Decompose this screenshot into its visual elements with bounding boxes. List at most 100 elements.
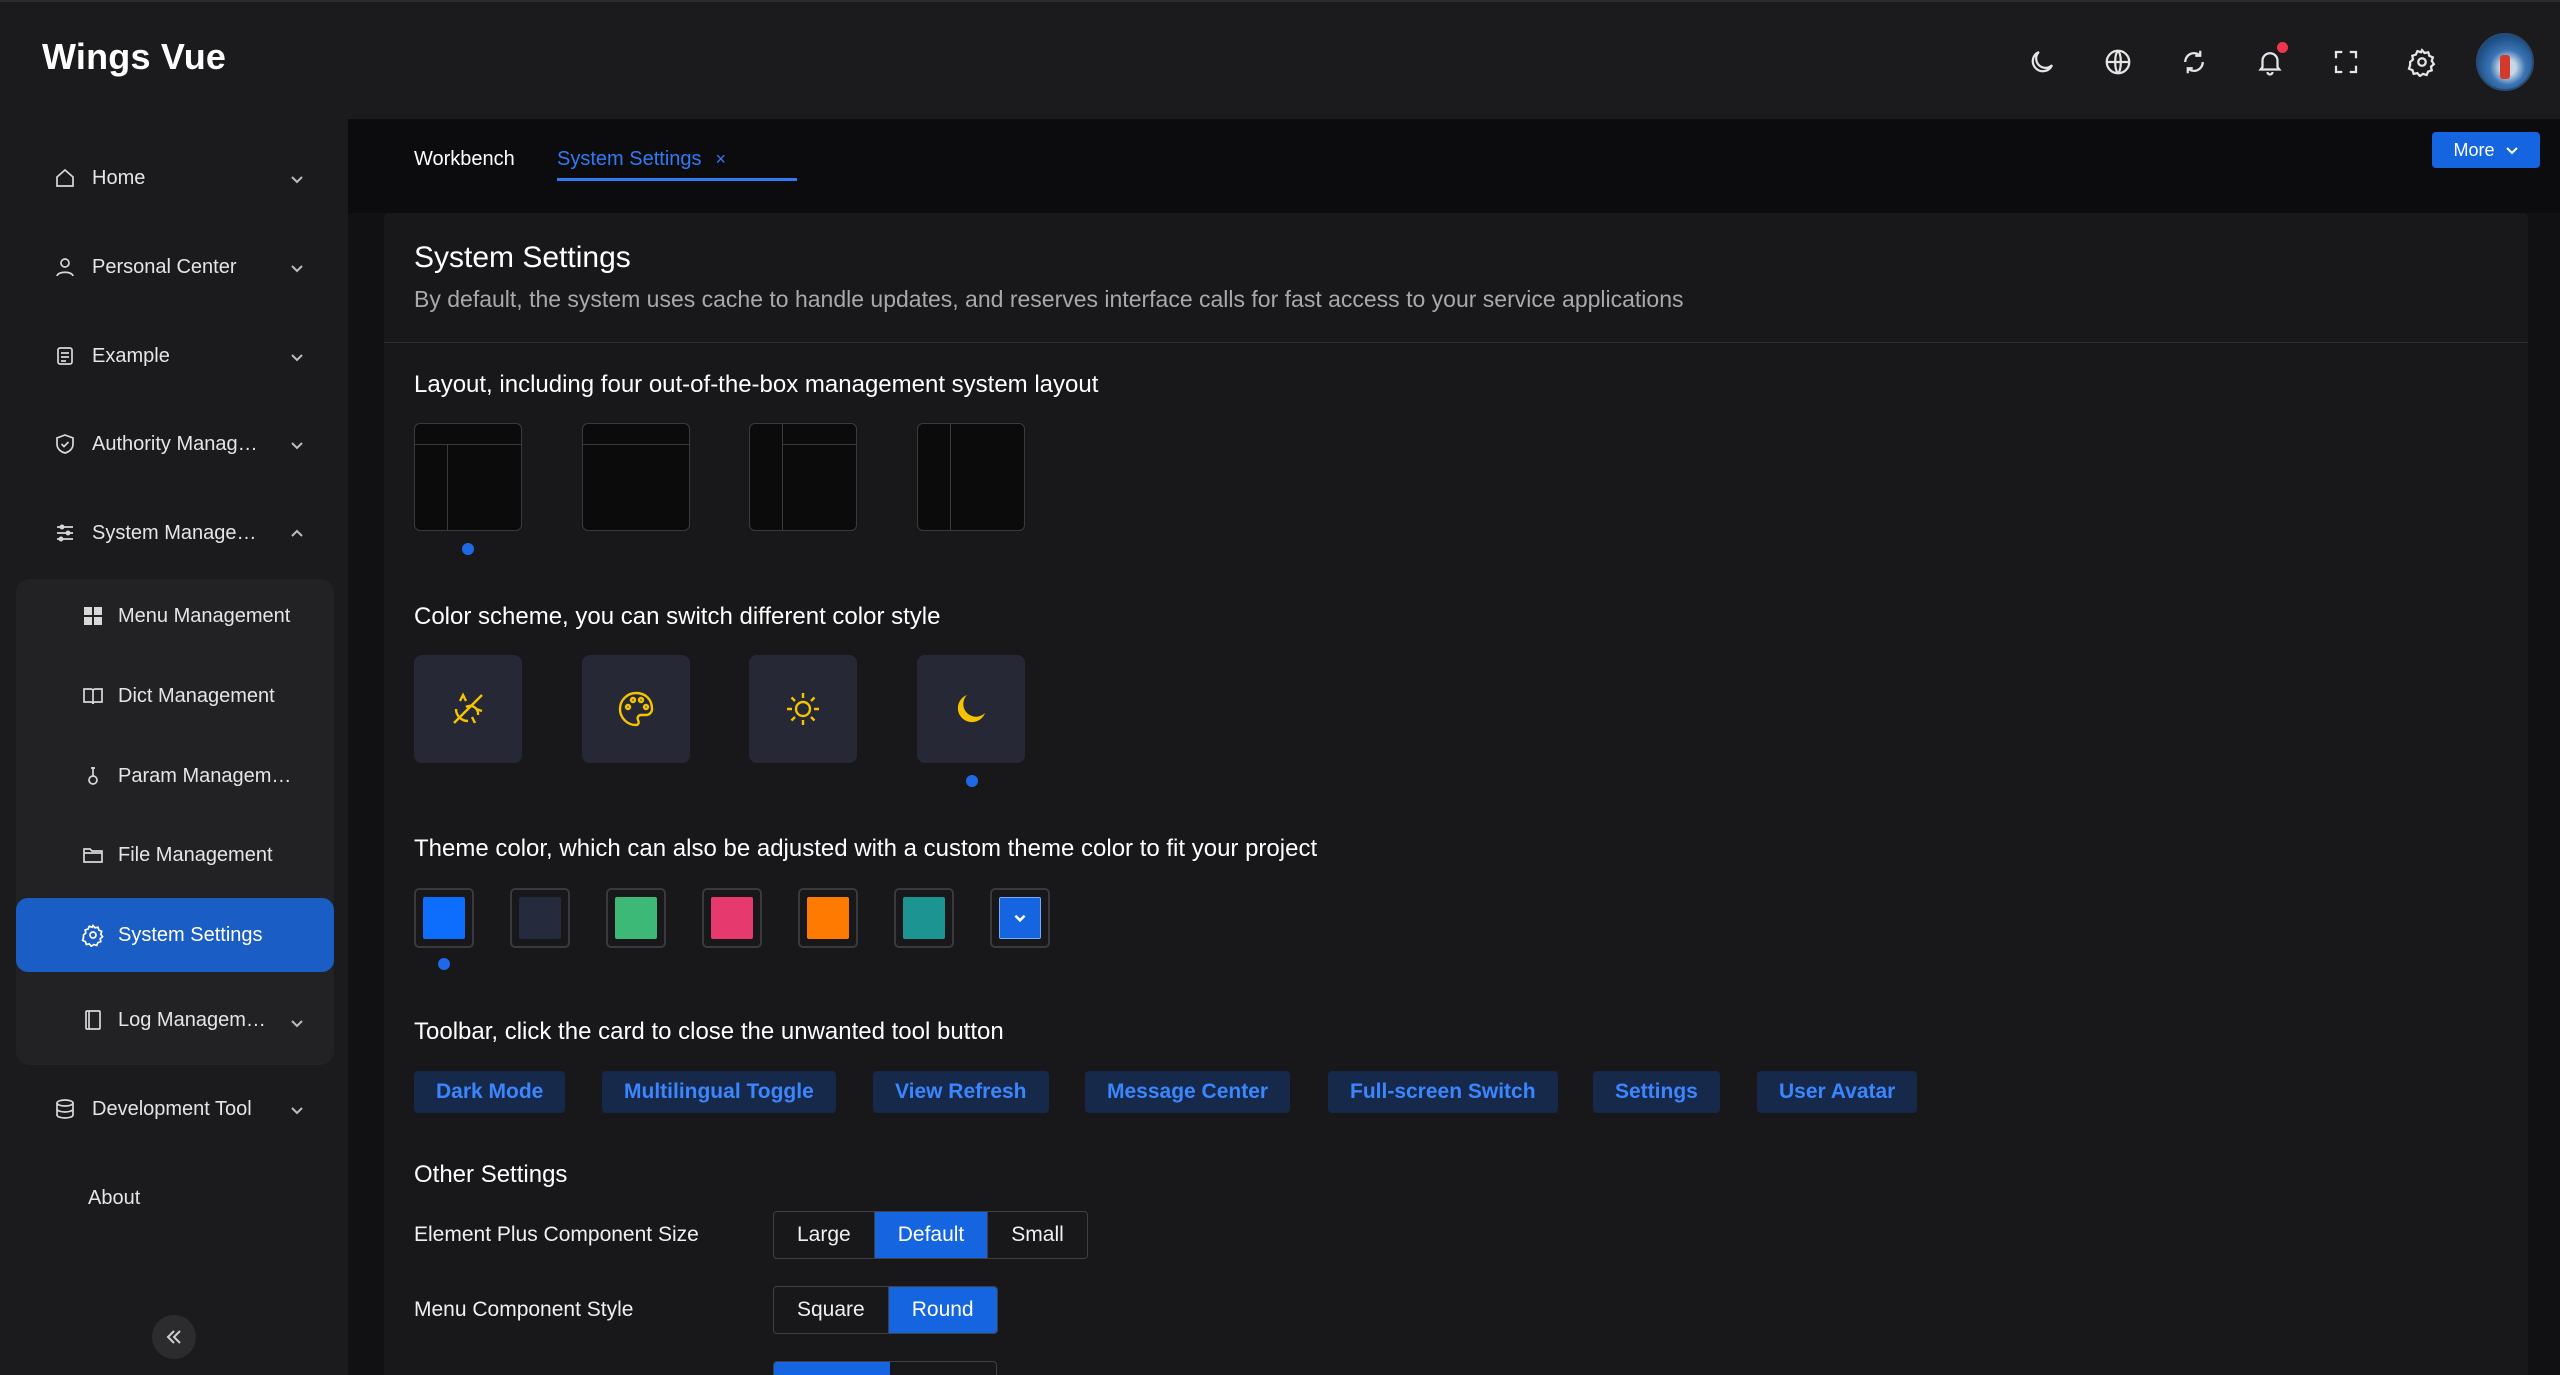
toolbar-chip-dark-mode[interactable]: Dark Mode <box>414 1071 566 1113</box>
layout-line <box>415 444 521 445</box>
sidebar-item-development-tool[interactable]: Development Tool <box>16 1072 334 1146</box>
sidebar-item-home[interactable]: Home <box>16 141 334 215</box>
swatch-fill <box>999 897 1041 939</box>
toolbar-chip-multilingual-toggle[interactable]: Multilingual Toggle <box>602 1071 836 1113</box>
next-setting-segmented[interactable] <box>773 1361 997 1375</box>
sidebar-item-label: File Management <box>118 843 273 866</box>
sidebar-item-label: Authority Manag… <box>92 432 258 455</box>
sidebar-item-example[interactable]: Example <box>16 319 334 393</box>
close-icon[interactable]: × <box>716 149 727 170</box>
sidebar-item-file-management[interactable]: File Management <box>16 818 334 892</box>
more-label: More <box>2453 139 2495 160</box>
chevron-down-icon <box>290 1013 304 1036</box>
home-icon <box>52 165 78 191</box>
active-tab-indicator <box>557 178 797 181</box>
sidebar-item-label: Example <box>92 344 170 367</box>
more-button[interactable]: More <box>2432 132 2540 168</box>
menu-style-option-round[interactable]: Round <box>888 1287 997 1333</box>
sidebar-collapse-button[interactable] <box>152 1315 196 1359</box>
sidebar-item-system-settings[interactable]: System Settings <box>16 898 334 972</box>
scheme-option-palette[interactable] <box>582 655 690 763</box>
sidebar-item-dict-management[interactable]: Dict Management <box>16 659 334 733</box>
toolbar-chip-full-screen-switch[interactable]: Full-screen Switch <box>1328 1071 1558 1113</box>
page-description: By default, the system uses cache to han… <box>414 286 1684 312</box>
fullscreen-icon <box>2334 50 2358 74</box>
sidebar-item-authority-management[interactable]: Authority Manag… <box>16 407 334 481</box>
layout-option-side-header[interactable] <box>749 423 857 531</box>
divider <box>384 342 2528 343</box>
sidebar-item-system-management[interactable]: System Manage… <box>16 496 334 570</box>
color-scheme-section-title: Color scheme, you can switch different c… <box>414 603 941 630</box>
sidebar: Home Personal Center Example Authority M… <box>0 119 348 1375</box>
custom-color-picker[interactable] <box>990 888 1050 948</box>
header-toolbar <box>2004 32 2534 92</box>
sidebar-item-label: Log Managem… <box>118 1008 266 1031</box>
auto-icon <box>453 692 483 724</box>
theme-color-swatch[interactable] <box>510 888 570 948</box>
size-option-small[interactable]: Small <box>988 1212 1087 1258</box>
layout-option-side-top[interactable] <box>414 423 522 531</box>
component-size-segmented: Large Default Small <box>773 1211 1088 1259</box>
sidebar-item-log-management[interactable]: Log Managem… <box>16 983 334 1057</box>
size-option-default[interactable]: Default <box>874 1212 989 1258</box>
layout-line <box>583 444 689 445</box>
scheme-option-auto[interactable] <box>414 655 522 763</box>
layout-option-side[interactable] <box>917 423 1025 531</box>
sidebar-item-label: About <box>88 1186 141 1209</box>
chevron-up-icon <box>290 524 304 538</box>
user-icon <box>52 254 78 280</box>
sidebar-item-label: Menu Management <box>118 604 291 627</box>
swatch-fill <box>807 897 849 939</box>
toolbar-chip-view-refresh[interactable]: View Refresh <box>873 1071 1049 1113</box>
sidebar-item-about[interactable]: About <box>16 1161 334 1235</box>
page-title: System Settings <box>414 241 631 274</box>
language-toggle[interactable] <box>2094 38 2142 86</box>
settings-button[interactable] <box>2398 38 2446 86</box>
sidebar-item-menu-management[interactable]: Menu Management <box>16 579 334 653</box>
sidebar-item-label: System Settings <box>118 923 263 946</box>
theme-color-selected-indicator <box>438 958 450 970</box>
other-settings-title: Other Settings <box>414 1161 568 1188</box>
layout-selected-indicator <box>462 543 474 555</box>
theme-color-swatch[interactable] <box>606 888 666 948</box>
size-option-large[interactable]: Large <box>774 1212 875 1258</box>
component-size-label: Element Plus Component Size <box>414 1223 699 1246</box>
user-avatar[interactable] <box>2476 33 2534 91</box>
sidebar-item-personal-center[interactable]: Personal Center <box>16 230 334 304</box>
refresh-button[interactable] <box>2170 38 2218 86</box>
chevron-down-icon <box>290 347 304 362</box>
scheme-option-dark[interactable] <box>917 655 1025 763</box>
theme-color-section-title: Theme color, which can also be adjusted … <box>414 835 1318 862</box>
fullscreen-button[interactable] <box>2322 38 2370 86</box>
globe-icon <box>2105 49 2131 75</box>
notification-badge <box>2277 42 2288 53</box>
tab-workbench[interactable]: Workbench <box>414 137 515 181</box>
dark-mode-toggle[interactable] <box>2018 38 2066 86</box>
palette-icon <box>618 691 654 727</box>
theme-color-swatch[interactable] <box>414 888 474 948</box>
menu-style-option-square[interactable]: Square <box>774 1287 889 1333</box>
chevron-down-icon <box>290 435 304 450</box>
scheme-option-light[interactable] <box>749 655 857 763</box>
theme-color-swatch[interactable] <box>798 888 858 948</box>
tab-system-settings[interactable]: System Settings × <box>557 137 726 181</box>
layout-line <box>950 424 951 530</box>
layout-option-top[interactable] <box>582 423 690 531</box>
scheme-selected-indicator <box>966 775 978 787</box>
gear-icon <box>80 922 106 948</box>
chevron-down-icon <box>290 169 304 184</box>
swatch-fill <box>903 897 945 939</box>
chevron-down-icon <box>2505 147 2518 155</box>
theme-color-swatch[interactable] <box>702 888 762 948</box>
sidebar-item-label: Dict Management <box>118 684 275 707</box>
toolbar-chip-message-center[interactable]: Message Center <box>1085 1071 1291 1113</box>
sliders-icon <box>52 520 78 546</box>
toolbar-chip-settings[interactable]: Settings <box>1593 1071 1720 1113</box>
notifications-button[interactable] <box>2246 38 2294 86</box>
sidebar-item-param-management[interactable]: Param Managem… <box>16 739 334 813</box>
sidebar-item-label: Param Managem… <box>118 764 292 787</box>
gear-icon <box>2407 48 2436 77</box>
theme-color-swatch[interactable] <box>894 888 954 948</box>
toolbar-chip-user-avatar[interactable]: User Avatar <box>1757 1071 1918 1113</box>
swatch-fill <box>711 897 753 939</box>
